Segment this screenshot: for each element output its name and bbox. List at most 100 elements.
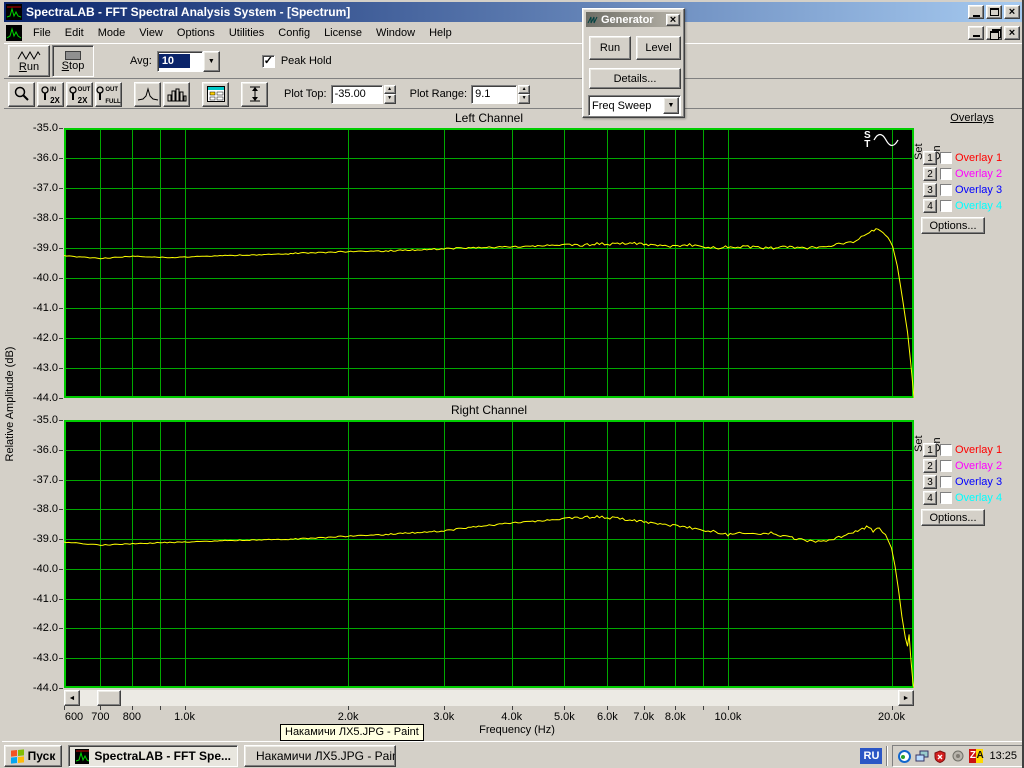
- right-channel-plot[interactable]: [64, 420, 914, 688]
- zoom-out-full-button[interactable]: OUTFULL: [95, 82, 122, 107]
- media-player-icon[interactable]: [897, 749, 911, 763]
- document-icon[interactable]: [6, 25, 22, 41]
- chevron-down-icon[interactable]: ▼: [203, 51, 220, 72]
- menu-item-edit[interactable]: Edit: [58, 25, 91, 41]
- vertical-scale-button[interactable]: [241, 82, 268, 107]
- task-button-spectralab[interactable]: SpectraLAB - FFT Spe...: [68, 745, 238, 767]
- overlay-set-button-4[interactable]: 4: [923, 491, 937, 505]
- mdi-minimize-button[interactable]: [968, 26, 984, 40]
- overlay-on-checkbox-4[interactable]: [940, 200, 952, 212]
- overlay-set-button-4[interactable]: 4: [923, 199, 937, 213]
- overlays-heading: Overlays: [921, 112, 1023, 124]
- overlays-options-button[interactable]: Options...: [921, 509, 985, 526]
- clock[interactable]: 13:25: [987, 750, 1017, 762]
- bar-plot-button[interactable]: [163, 82, 190, 107]
- overlay-on-checkbox-2[interactable]: [940, 168, 952, 180]
- menu-item-options[interactable]: Options: [170, 25, 222, 41]
- zonealarm-icon[interactable]: ZA: [969, 749, 983, 763]
- menu-item-mode[interactable]: Mode: [91, 25, 133, 41]
- generator-window[interactable]: Generator × Run Level Details... Freq Sw…: [582, 8, 685, 118]
- plot-range-input[interactable]: 9.1: [471, 85, 517, 104]
- y-tick-mark: [59, 338, 63, 339]
- network-icon[interactable]: [915, 749, 929, 763]
- plot-top-input[interactable]: -35.00: [331, 85, 383, 104]
- plot-top-spinner[interactable]: ▲▼: [384, 85, 396, 104]
- maximize-button[interactable]: [986, 5, 1002, 19]
- overlay-on-checkbox-3[interactable]: [940, 476, 952, 488]
- start-button[interactable]: Пуск: [4, 745, 62, 767]
- overlay-row: 4Overlay 4: [923, 490, 1002, 506]
- y-tick-label: -41.0: [16, 593, 58, 605]
- overlay-set-button-1[interactable]: 1: [923, 443, 937, 457]
- overlays-options-button[interactable]: Options...: [921, 217, 985, 234]
- minimize-button[interactable]: [968, 5, 984, 19]
- menu-item-help[interactable]: Help: [422, 25, 459, 41]
- generator-mode-dropdown[interactable]: Freq Sweep ▼: [588, 95, 681, 116]
- overlay-set-button-3[interactable]: 3: [923, 183, 937, 197]
- scroll-right-arrow[interactable]: ►: [898, 690, 914, 706]
- overlay-on-checkbox-2[interactable]: [940, 460, 952, 472]
- peak-hold-checkbox[interactable]: ✓: [262, 55, 275, 68]
- x-tick-mark: [564, 706, 565, 710]
- menu-item-license[interactable]: License: [317, 25, 369, 41]
- zoom-out-2x-button[interactable]: OUT2X: [66, 82, 93, 107]
- scroll-left-arrow[interactable]: ◄: [64, 690, 80, 706]
- generator-title-bar[interactable]: Generator ×: [586, 12, 681, 27]
- magnifier-icon: [41, 86, 49, 102]
- y-tick-mark: [59, 569, 63, 570]
- overlay-set-button-2[interactable]: 2: [923, 459, 937, 473]
- overlay-set-button-3[interactable]: 3: [923, 475, 937, 489]
- language-indicator[interactable]: RU: [860, 748, 882, 764]
- zoom-in-2x-button[interactable]: IN2X: [37, 82, 64, 107]
- peak-hold-label: Peak Hold: [281, 55, 332, 67]
- overlay-set-button-2[interactable]: 2: [923, 167, 937, 181]
- task-button-paint[interactable]: Накамичи ЛХ5.JPG - Paint: [244, 745, 396, 767]
- y-tick-label: -35.0: [16, 414, 58, 426]
- overlay-on-checkbox-1[interactable]: [940, 444, 952, 456]
- x-tick-mark: [100, 706, 101, 710]
- overlay-on-checkbox-1[interactable]: [940, 152, 952, 164]
- overlay-on-checkbox-4[interactable]: [940, 492, 952, 504]
- menu-item-view[interactable]: View: [132, 25, 170, 41]
- mdi-restore-button[interactable]: [986, 26, 1002, 40]
- mdi-close-button[interactable]: ×: [1004, 26, 1020, 40]
- zoom-button[interactable]: [8, 82, 35, 107]
- stop-button[interactable]: Stop: [52, 45, 94, 77]
- generator-run-button[interactable]: Run: [589, 36, 631, 60]
- menu-item-window[interactable]: Window: [369, 25, 422, 41]
- title-bar[interactable]: SpectraLAB - FFT Spectral Analysis Syste…: [4, 2, 1022, 22]
- x-tick-mark: [64, 706, 65, 710]
- y-tick-label: -40.0: [16, 563, 58, 575]
- overlay-set-button-1[interactable]: 1: [923, 151, 937, 165]
- plot-range-spinner[interactable]: ▲▼: [518, 85, 530, 104]
- generator-title: Generator: [601, 14, 664, 26]
- generator-level-button[interactable]: Level: [636, 36, 681, 60]
- close-button[interactable]: ×: [1004, 5, 1020, 19]
- left-channel-plot[interactable]: [64, 128, 914, 398]
- run-button[interactable]: Run: [8, 45, 50, 77]
- avg-dropdown[interactable]: 10 ▼: [157, 51, 220, 72]
- frequency-scrollbar[interactable]: ◄ ►: [64, 690, 914, 706]
- x-tick-mark: [644, 706, 645, 710]
- menu-item-file[interactable]: File: [26, 25, 58, 41]
- x-tick-label: 7.0k: [633, 711, 654, 723]
- generator-details-button[interactable]: Details...: [589, 68, 681, 89]
- sawtooth-icon: [587, 15, 599, 25]
- speaker-icon[interactable]: [951, 749, 965, 763]
- line-plot-button[interactable]: [134, 82, 161, 107]
- overlay-label-4: Overlay 4: [955, 200, 1002, 212]
- x-tick-label: 600: [65, 711, 83, 723]
- overlay-on-checkbox-3[interactable]: [940, 184, 952, 196]
- overlay-row: 2Overlay 2: [923, 166, 1002, 182]
- scrollbar-thumb[interactable]: [97, 690, 121, 706]
- menu-item-utilities[interactable]: Utilities: [222, 25, 271, 41]
- chevron-down-icon[interactable]: ▼: [663, 97, 679, 114]
- generator-mode-value: Freq Sweep: [589, 100, 663, 112]
- generator-close-button[interactable]: ×: [666, 14, 680, 26]
- magnifier-icon: [96, 86, 104, 102]
- display-options-button[interactable]: [202, 82, 229, 107]
- stop-icon: [65, 51, 81, 60]
- menu-item-config[interactable]: Config: [271, 25, 317, 41]
- antivirus-shield-icon[interactable]: [933, 749, 947, 763]
- x-tick-label: 700: [91, 711, 109, 723]
